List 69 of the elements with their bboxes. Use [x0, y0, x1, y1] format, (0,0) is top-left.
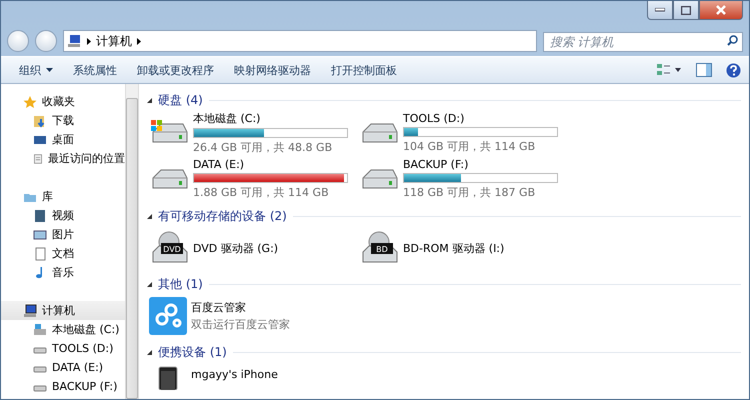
drive-name[interactable]: BACKUP (F:)	[403, 158, 558, 171]
toolbar-button[interactable]: 组织	[9, 62, 63, 78]
nav-item[interactable]: BACKUP (F:)	[1, 377, 125, 396]
search-icon	[727, 35, 738, 46]
picture-icon	[33, 228, 47, 242]
address-bar[interactable]: 计算机	[63, 30, 537, 52]
nav-item[interactable]: 库	[1, 187, 125, 206]
nav-item[interactable]: 图片	[1, 225, 125, 244]
nav-item[interactable]: TOOLS (D:)	[1, 339, 125, 358]
drive-capacity-text: 104 GB 可用，共 114 GB	[403, 139, 536, 154]
nav-item[interactable]: 视频	[1, 206, 125, 225]
star-icon	[23, 94, 37, 108]
collapse-triangle-icon[interactable]	[147, 282, 152, 286]
drive-name[interactable]: TOOLS (D:)	[403, 112, 558, 125]
caret-icon	[46, 68, 53, 72]
collapse-triangle-icon[interactable]	[147, 350, 152, 354]
document-icon	[33, 246, 47, 260]
breadcrumb[interactable]: 计算机	[96, 32, 132, 50]
nav-item[interactable]: 最近访问的位置	[1, 149, 125, 168]
minimize-button[interactable]	[647, 1, 673, 20]
nav-item[interactable]: 收藏夹	[1, 92, 125, 111]
toolbar-button[interactable]: 卸载或更改程序	[127, 62, 224, 78]
drive-capacity-text: 26.4 GB 可用，共 48.8 GB	[193, 140, 334, 155]
help-icon[interactable]	[726, 62, 741, 78]
nav-item[interactable]: 下载	[1, 111, 125, 130]
minimize-icon	[655, 8, 665, 12]
group-header: 便携设备 (1)	[158, 344, 227, 360]
chevron-right-icon	[87, 38, 91, 44]
drive-capacity-text: 118 GB 可用，共 187 GB	[403, 185, 536, 200]
app-name[interactable]: 百度云管家	[191, 300, 290, 315]
computer-icon	[23, 304, 37, 318]
drive-name[interactable]: DVD 驱动器 (G:)	[193, 240, 278, 256]
drive-capacity-text: 1.88 GB 可用，共 114 GB	[193, 185, 330, 200]
computer-icon	[68, 35, 82, 47]
drive-name[interactable]: BD-ROM 驱动器 (I:)	[403, 240, 504, 256]
folder-icon	[33, 114, 47, 128]
group-header: 硬盘 (4)	[158, 92, 203, 108]
nav-item[interactable]: 计算机	[1, 301, 125, 320]
toolbar-button[interactable]: 映射网络驱动器	[224, 62, 321, 78]
group-header: 有可移动存储的设备 (2)	[158, 208, 287, 224]
maximize-button[interactable]	[673, 1, 699, 20]
nav-item[interactable]: 本地磁盘 (C:)	[1, 320, 125, 339]
search-field[interactable]: 搜索 计算机	[543, 32, 743, 52]
drive-name[interactable]: DATA (E:)	[193, 158, 348, 171]
cloud-app-icon	[149, 297, 187, 335]
close-icon	[716, 5, 726, 15]
device-name[interactable]: mgayy's iPhone	[191, 368, 278, 381]
collapse-triangle-icon[interactable]	[147, 214, 152, 218]
collapse-triangle-icon[interactable]	[147, 98, 152, 102]
disc-label: BD	[376, 245, 388, 254]
nav-item[interactable]: 文档	[1, 244, 125, 263]
chevron-right-icon	[137, 38, 141, 44]
nav-item[interactable]: DATA (E:)	[1, 358, 125, 377]
preview-pane-icon[interactable]	[696, 63, 712, 77]
close-button[interactable]	[699, 1, 743, 20]
toolbar-button[interactable]: 打开控制面板	[321, 62, 407, 78]
maximize-icon	[681, 6, 691, 14]
nav-item[interactable]: 音乐	[1, 263, 125, 282]
disc-label: DVD	[163, 245, 181, 254]
toolbar-button[interactable]: 系统属性	[63, 62, 127, 78]
scrollbar[interactable]	[125, 84, 139, 399]
drive-icon	[33, 322, 47, 336]
view-options-icon[interactable]	[656, 63, 682, 77]
drive-name[interactable]: 本地磁盘 (C:)	[193, 111, 348, 126]
scrollbar-thumb[interactable]	[126, 98, 138, 399]
nav-item[interactable]: 桌面	[1, 130, 125, 149]
app-description: 双击运行百度云管家	[191, 317, 290, 332]
document-icon	[33, 152, 43, 166]
group-header: 其他 (1)	[158, 276, 203, 292]
